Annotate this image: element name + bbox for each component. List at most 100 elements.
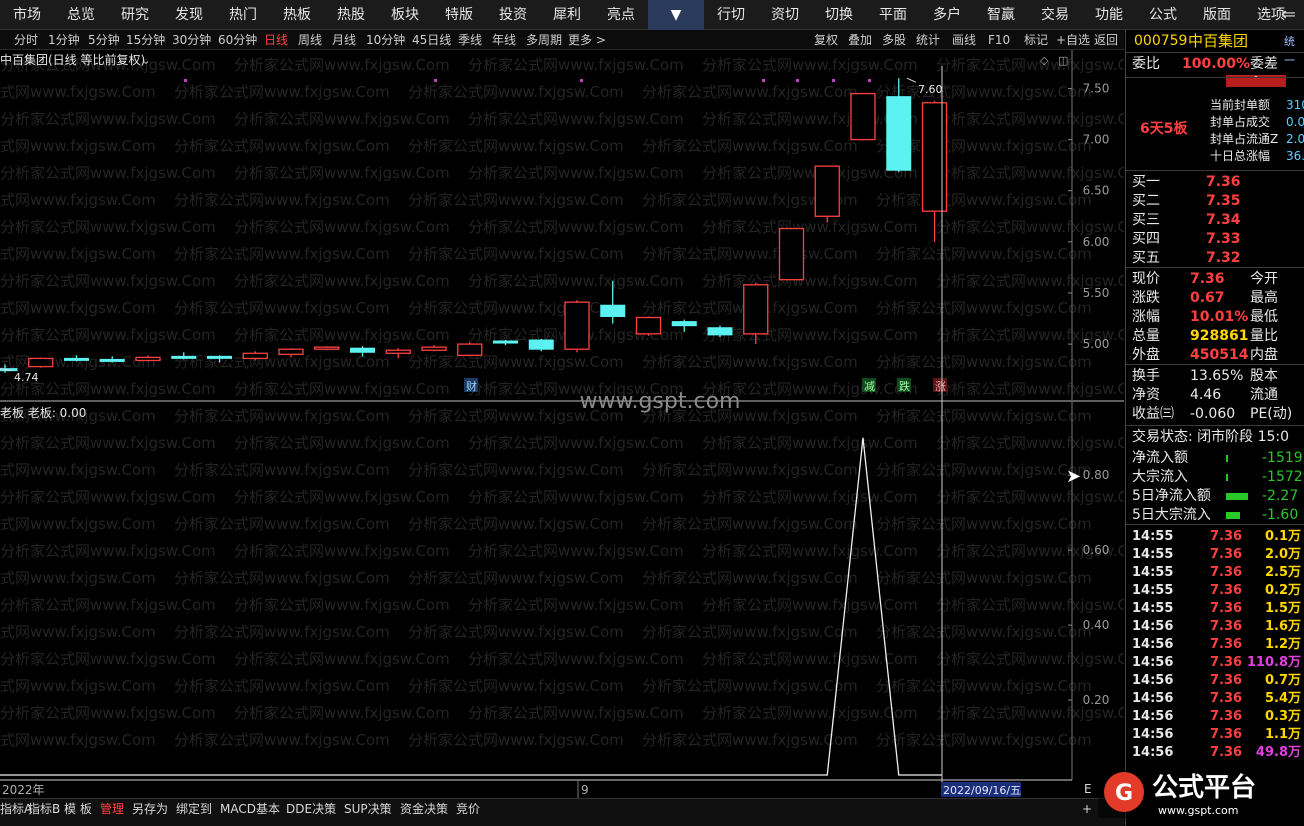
candle[interactable] [385, 348, 411, 359]
candle[interactable] [421, 345, 447, 352]
tool-7[interactable]: +自选 [1056, 30, 1090, 50]
watermark-text: 分析家公式网www.fxjgsw.Com [468, 488, 684, 506]
indicator-tab-1[interactable]: 指标B [28, 799, 60, 819]
axis-e-button[interactable]: E [1084, 779, 1092, 799]
period-8[interactable]: 月线 [332, 30, 356, 50]
kline-chart-area[interactable]: 分析家公式网www.fxjgsw.Com 分析家公式网www.fxjgsw.Com… [0, 50, 1152, 798]
indicator-tab-3[interactable]: 管理 [100, 799, 124, 819]
watermark-text: 分析家公式网www.fxjgsw.Com [468, 110, 684, 128]
menu-item-18[interactable]: 智赢 [974, 0, 1028, 30]
period-9[interactable]: 10分钟 [366, 30, 405, 50]
candle[interactable] [635, 316, 662, 336]
pane-max-icon: ◫ [1058, 54, 1068, 67]
menu-item-5[interactable]: 热板 [270, 0, 324, 30]
period-3[interactable]: 15分钟 [126, 30, 165, 50]
menu-item-7[interactable]: 板块 [378, 0, 432, 30]
period-11[interactable]: 季线 [458, 30, 482, 50]
tool-0[interactable]: 复权 [814, 30, 838, 50]
watermark-text: 分析家公式网www.fxjgsw.Com [876, 731, 1092, 749]
period-2[interactable]: 5分钟 [88, 30, 120, 50]
candle[interactable] [493, 340, 518, 346]
menu-item-8[interactable]: 特版 [432, 0, 486, 30]
menu-item-2[interactable]: 研究 [108, 0, 162, 30]
tool-5[interactable]: F10 [988, 30, 1010, 50]
watermark-text: 分析家公式网www.fxjgsw.Com [702, 218, 918, 236]
signal-dot [832, 79, 835, 82]
candle[interactable] [850, 92, 876, 141]
menu-item-20[interactable]: 功能 [1082, 0, 1136, 30]
tool-3[interactable]: 统计 [916, 30, 940, 50]
menu-item-6[interactable]: 热股 [324, 0, 378, 30]
menu-item-1[interactable]: 总览 [54, 0, 108, 30]
indicator-tab-10[interactable]: 竞价 [456, 799, 480, 819]
candle[interactable] [314, 346, 340, 351]
indicator-tab-8[interactable]: SUP决策 [344, 799, 392, 819]
menu-item-0[interactable]: 市场 [0, 0, 54, 30]
indicator-tab-2[interactable]: 模 板 [64, 799, 92, 819]
menu-item-19[interactable]: 交易 [1028, 0, 1082, 30]
menu-item-13[interactable]: 行切 [704, 0, 758, 30]
period-13[interactable]: 多周期 [526, 30, 562, 50]
watermark-text: 分析家公式网www.fxjgsw.Com [234, 650, 450, 668]
menu-item-3[interactable]: 发现 [162, 0, 216, 30]
period-12[interactable]: 年线 [492, 30, 516, 50]
marker-die[interactable]: 跌 [897, 378, 911, 393]
signal-dot [580, 79, 583, 82]
menu-item-15[interactable]: 切换 [812, 0, 866, 30]
stat-value: 0.67 [1190, 290, 1225, 306]
menu-item-12[interactable]: ▼ [648, 0, 704, 30]
tool-1[interactable]: 叠加 [848, 30, 872, 50]
watermark-text: 分析家公式网www.fxjgsw.Com [0, 704, 216, 722]
indicator-tab-4[interactable]: 另存为 [132, 799, 168, 819]
candle[interactable] [814, 165, 840, 223]
period-10[interactable]: 45日线 [412, 30, 451, 50]
marker-zhang[interactable]: 涨 [933, 378, 947, 393]
menu-item-9[interactable]: 投资 [486, 0, 540, 30]
menu-item-22[interactable]: 版面 [1190, 0, 1244, 30]
period-14[interactable]: 更多 > [568, 30, 606, 50]
marker-cai[interactable]: 财 [464, 378, 478, 393]
candle[interactable] [528, 338, 554, 352]
menu-item-4[interactable]: 热门 [216, 0, 270, 30]
menu-item-14[interactable]: 资切 [758, 0, 812, 30]
tool-8[interactable]: 返回 [1094, 30, 1118, 50]
indicator-tab-9[interactable]: 资金决策 [400, 799, 448, 819]
menu-item-11[interactable]: 亮点 [594, 0, 648, 30]
period-4[interactable]: 30分钟 [172, 30, 211, 50]
period-1[interactable]: 1分钟 [48, 30, 80, 50]
watermark-text: 分析家公式网www.fxjgsw.Com [408, 623, 624, 641]
watermark-text: 分析家公式网www.fxjgsw.Com [642, 677, 858, 695]
tool-2[interactable]: 多股 [882, 30, 906, 50]
tool-6[interactable]: 标记 [1024, 30, 1048, 50]
watermark-text: 分析家公式网www.fxjgsw.Com [0, 164, 216, 182]
candle[interactable] [28, 357, 54, 368]
candle[interactable] [707, 325, 733, 337]
period-7[interactable]: 周线 [298, 30, 322, 50]
watermark-text: 分析家公式网www.fxjgsw.Com [0, 596, 216, 614]
candle[interactable] [457, 342, 483, 357]
candle[interactable] [778, 227, 805, 281]
svg-text:G: G [1115, 781, 1133, 806]
marker-jian[interactable]: 减 [862, 378, 876, 393]
indicator-tab-7[interactable]: DDE决策 [286, 799, 336, 819]
indicator-tab-5[interactable]: 绑定到 [176, 799, 212, 819]
watermark-text: 分析家公式网www.fxjgsw.Com [468, 434, 684, 452]
menu-item-17[interactable]: 多户 [920, 0, 974, 30]
period-0[interactable]: 分时 [14, 30, 38, 50]
indicator-tab-6[interactable]: MACD基本 [220, 799, 280, 819]
bid-row-1: 买二 7.35 [1126, 192, 1304, 211]
menu-item-21[interactable]: 公式 [1136, 0, 1190, 30]
candle[interactable] [564, 300, 590, 353]
tool-4[interactable]: 画线 [952, 30, 976, 50]
kline-chart[interactable]: 分析家公式网www.fxjgsw.Com 分析家公式网www.fxjgsw.Com… [0, 50, 1152, 798]
watermark-text: 分析家公式网www.fxjgsw.Com [0, 110, 216, 128]
signal-dot [762, 79, 765, 82]
add-tab-button[interactable]: + [1082, 799, 1092, 819]
indicator-title: 老板 老板: 0.00 [0, 406, 86, 420]
period-5[interactable]: 60分钟 [218, 30, 257, 50]
menu-item-10[interactable]: 犀利 [540, 0, 594, 30]
back-arrow-icon[interactable]: ⇐ [1281, 0, 1296, 30]
quote-panel: 000759 中百集团 统一 委比 100.00% 委差 ⌃ 6天5板 交易状态… [1125, 30, 1304, 826]
period-6[interactable]: 日线 [264, 30, 288, 50]
menu-item-16[interactable]: 平面 [866, 0, 920, 30]
